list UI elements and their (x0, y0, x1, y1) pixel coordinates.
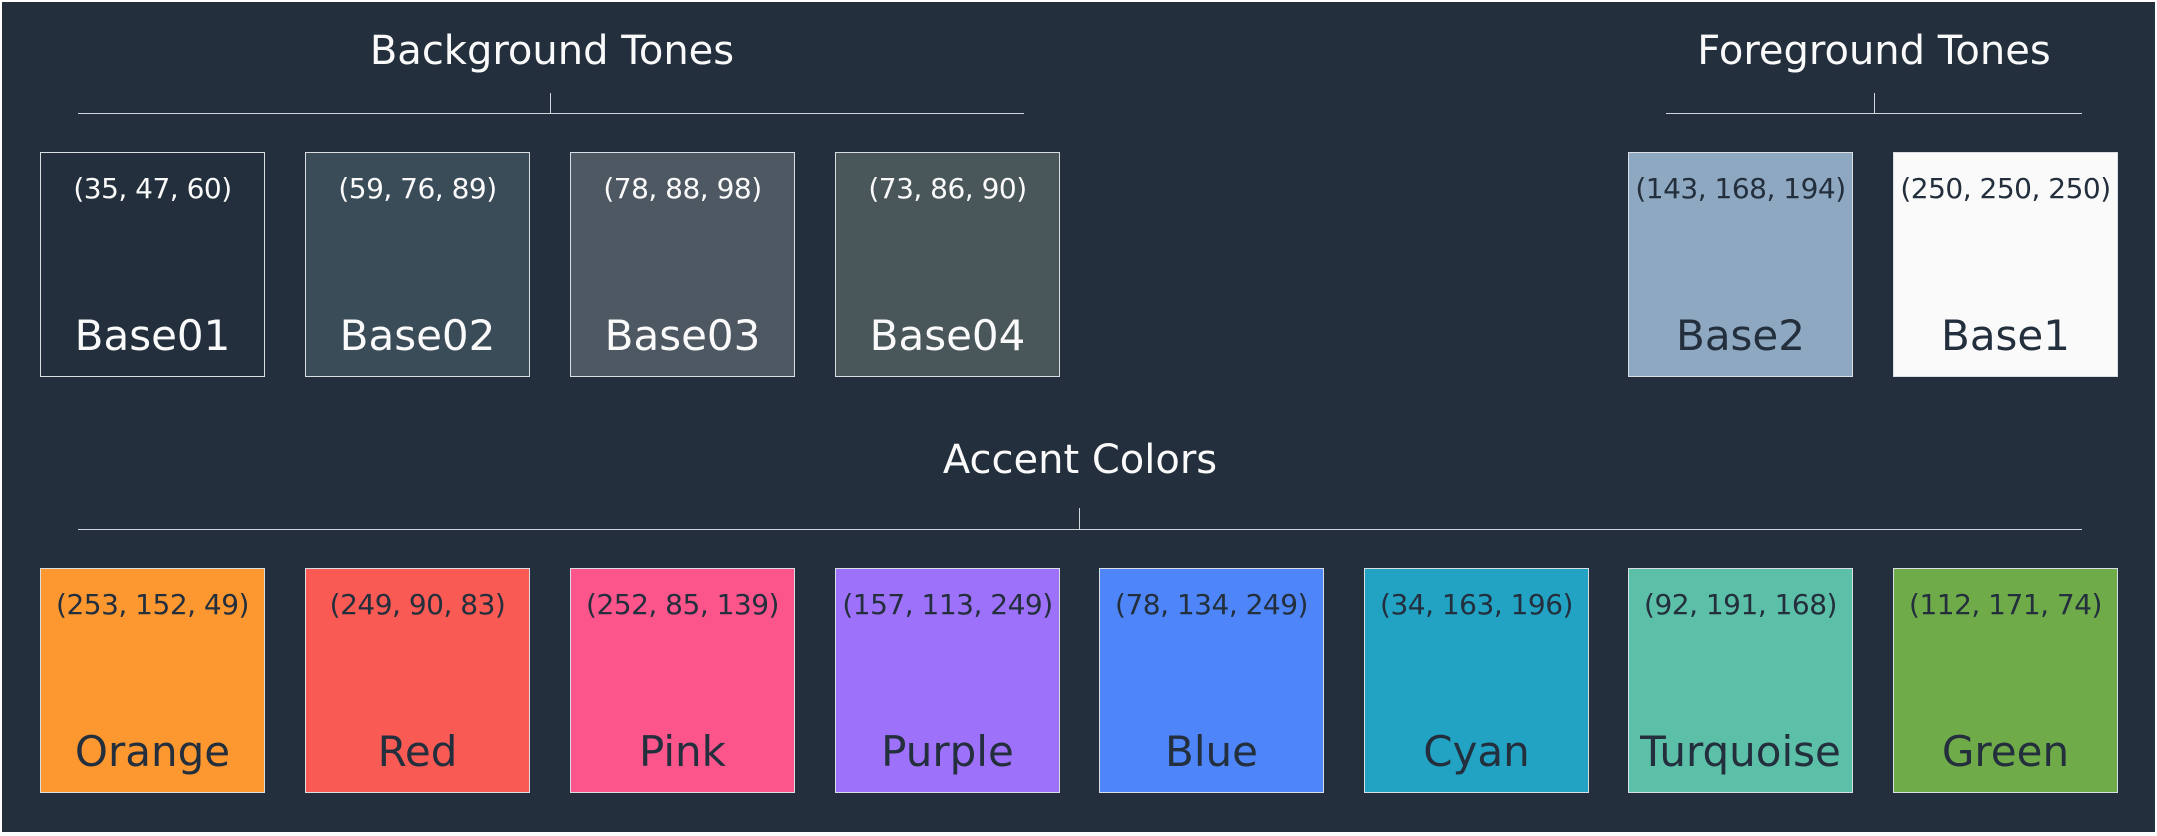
background-tones-bracket (78, 113, 1024, 114)
swatch-rgb: (34, 163, 196) (1380, 588, 1573, 621)
swatch-base04: (73, 86, 90) Base04 (835, 152, 1060, 377)
swatch-name: Base03 (604, 311, 761, 360)
swatch-rgb: (143, 168, 194) (1635, 172, 1846, 205)
swatch-name: Base1 (1941, 311, 2070, 360)
accent-colors-bracket (78, 529, 2082, 530)
background-tones-title: Background Tones (369, 28, 735, 74)
swatch-name: Blue (1165, 727, 1258, 776)
swatch-name: Base04 (869, 311, 1026, 360)
swatch-rgb: (157, 113, 249) (842, 588, 1053, 621)
swatch-rgb: (250, 250, 250) (1900, 172, 2111, 205)
accent-colors-title: Accent Colors (942, 437, 1218, 483)
swatch-orange: (253, 152, 49) Orange (40, 568, 265, 793)
color-palette-diagram: Background Tones (35, 47, 60) Base01 (59… (2, 2, 2155, 832)
swatch-cyan: (34, 163, 196) Cyan (1364, 568, 1589, 793)
swatch-rgb: (112, 171, 74) (1909, 588, 2102, 621)
swatch-purple: (157, 113, 249) Purple (835, 568, 1060, 793)
swatch-base1: (250, 250, 250) Base1 (1893, 152, 2118, 377)
swatch-name: Cyan (1423, 727, 1530, 776)
foreground-tones-bracket (1666, 113, 2082, 114)
swatch-rgb: (253, 152, 49) (56, 588, 249, 621)
swatch-base2: (143, 168, 194) Base2 (1628, 152, 1853, 377)
swatch-rgb: (35, 47, 60) (73, 172, 232, 205)
swatch-rgb: (73, 86, 90) (868, 172, 1027, 205)
swatch-blue: (78, 134, 249) Blue (1099, 568, 1324, 793)
swatch-turquoise: (92, 191, 168) Turquoise (1628, 568, 1853, 793)
swatch-name: Red (377, 727, 458, 776)
swatch-rgb: (249, 90, 83) (329, 588, 506, 621)
swatch-red: (249, 90, 83) Red (305, 568, 530, 793)
foreground-tones-bracket-tick (1874, 93, 1875, 113)
swatch-name: Purple (881, 727, 1014, 776)
swatch-rgb: (59, 76, 89) (338, 172, 497, 205)
accent-colors-bracket-tick (1079, 508, 1080, 529)
swatch-rgb: (92, 191, 168) (1644, 588, 1837, 621)
swatch-name: Base02 (339, 311, 496, 360)
swatch-pink: (252, 85, 139) Pink (570, 568, 795, 793)
swatch-name: Pink (638, 727, 726, 776)
swatch-green: (112, 171, 74) Green (1893, 568, 2118, 793)
swatch-rgb: (78, 88, 98) (603, 172, 762, 205)
swatch-name: Base2 (1676, 311, 1805, 360)
background-tones-bracket-tick (550, 93, 551, 113)
swatch-base01: (35, 47, 60) Base01 (40, 152, 265, 377)
swatch-rgb: (252, 85, 139) (586, 588, 779, 621)
swatch-name: Orange (74, 727, 231, 776)
swatch-name: Base01 (74, 311, 231, 360)
swatch-name: Turquoise (1640, 727, 1841, 776)
swatch-rgb: (78, 134, 249) (1115, 588, 1308, 621)
swatch-base03: (78, 88, 98) Base03 (570, 152, 795, 377)
swatch-base02: (59, 76, 89) Base02 (305, 152, 530, 377)
swatch-name: Green (1941, 727, 2070, 776)
foreground-tones-title: Foreground Tones (1697, 28, 2051, 74)
